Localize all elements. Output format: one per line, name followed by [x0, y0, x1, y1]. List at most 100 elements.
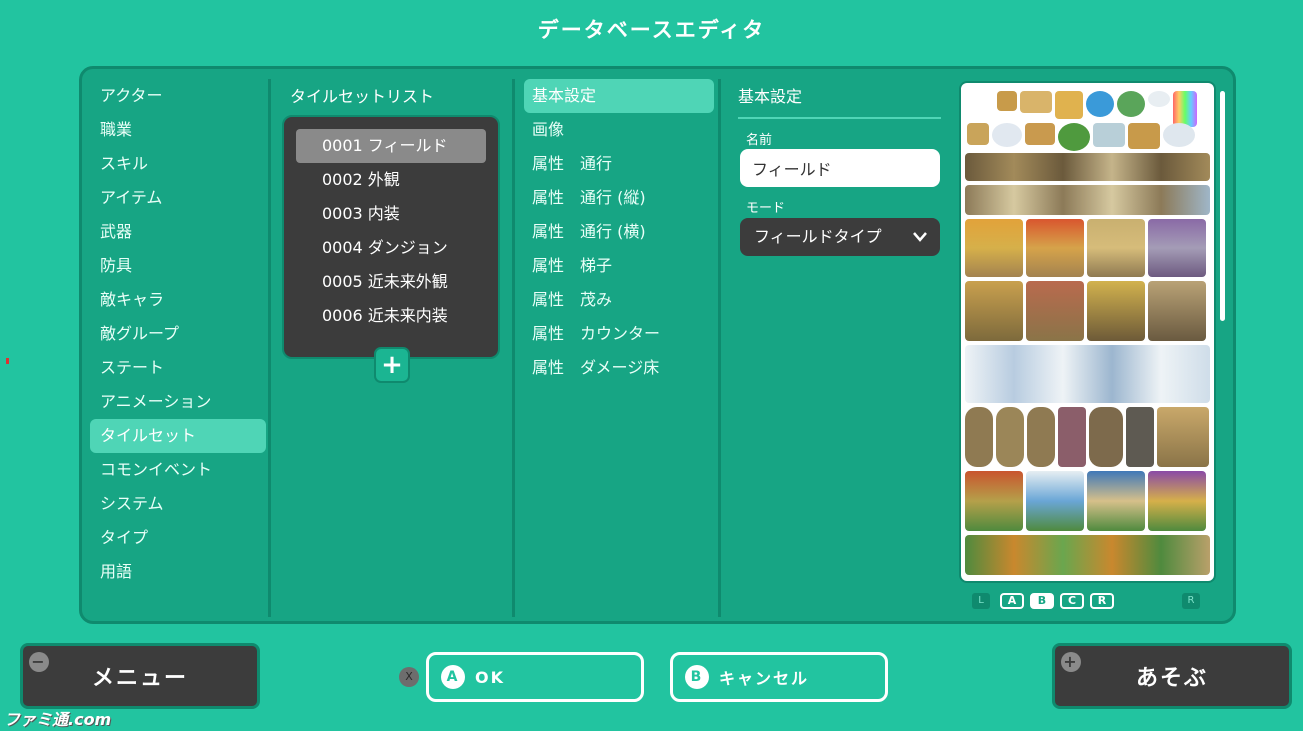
preview-scrollbar[interactable]	[1220, 91, 1225, 321]
database-editor-panel: アクター 職業 スキル アイテム 武器 防具 敵キャラ 敵グループ ステート ア…	[79, 66, 1236, 624]
tile	[965, 153, 1210, 181]
tile	[1157, 407, 1209, 467]
ok-button-label: OK	[475, 667, 505, 687]
tab-a[interactable]: A	[1000, 593, 1024, 609]
tile	[1027, 407, 1055, 467]
x-key-icon: X	[399, 667, 419, 687]
tile	[1026, 471, 1084, 531]
category-item-item[interactable]: アイテム	[90, 181, 266, 215]
tile-row	[965, 471, 1206, 531]
property-list: 基本設定 画像 属性 通行 属性 通行 (縦) 属性 通行 (横) 属性 梯子 …	[524, 79, 714, 385]
edge-marker	[6, 358, 9, 364]
name-label: 名前	[746, 133, 773, 148]
detail-header: 基本設定	[738, 87, 803, 106]
tile	[1020, 91, 1052, 113]
tileset-item[interactable]: 0002 外観	[296, 163, 486, 197]
property-item-image[interactable]: 画像	[524, 113, 714, 147]
category-list: アクター 職業 スキル アイテム 武器 防具 敵キャラ 敵グループ ステート ア…	[90, 79, 266, 589]
tile	[1026, 281, 1084, 341]
tile	[1086, 91, 1114, 117]
tab-r[interactable]: R	[1090, 593, 1114, 609]
tile-row	[965, 153, 1210, 181]
watermark-logo: ファミ通.com	[4, 710, 112, 729]
preview-tabs: L A B C R R	[972, 593, 1212, 613]
property-item-bush[interactable]: 属性 茂み	[524, 283, 714, 317]
tile	[997, 91, 1017, 111]
tileset-item[interactable]: 0001 フィールド	[296, 129, 486, 163]
property-item-counter[interactable]: 属性 カウンター	[524, 317, 714, 351]
name-field[interactable]	[740, 149, 940, 187]
column-divider	[718, 79, 721, 617]
tile	[965, 219, 1023, 277]
tile-row	[965, 281, 1206, 341]
tileset-preview[interactable]	[959, 81, 1216, 583]
tile	[1087, 281, 1145, 341]
tile	[1087, 471, 1145, 531]
property-item-damage-floor[interactable]: 属性 ダメージ床	[524, 351, 714, 385]
tile	[1126, 407, 1154, 467]
property-item-passage-horizontal[interactable]: 属性 通行 (横)	[524, 215, 714, 249]
cancel-button[interactable]: B キャンセル	[670, 652, 888, 702]
tile	[1128, 123, 1160, 149]
tile	[967, 123, 989, 145]
tile	[1089, 407, 1123, 467]
category-item-common-event[interactable]: コモンイベント	[90, 453, 266, 487]
column-divider	[512, 79, 515, 617]
tile	[965, 345, 1210, 403]
tileset-item[interactable]: 0006 近未来内装	[296, 299, 486, 333]
tile	[1173, 91, 1197, 127]
play-button[interactable]: + あそぶ	[1052, 643, 1292, 709]
tile	[1026, 219, 1084, 277]
mode-label: モード	[746, 201, 786, 216]
category-item-actor[interactable]: アクター	[90, 79, 266, 113]
category-item-state[interactable]: ステート	[90, 351, 266, 385]
category-item-weapon[interactable]: 武器	[90, 215, 266, 249]
tile	[1058, 407, 1086, 467]
category-item-class[interactable]: 職業	[90, 113, 266, 147]
menu-button-label: メニュー	[91, 666, 188, 691]
add-tileset-button[interactable]: +	[374, 347, 410, 383]
tile-row	[965, 185, 1210, 215]
category-item-enemy[interactable]: 敵キャラ	[90, 283, 266, 317]
tile-row	[965, 535, 1210, 575]
tileset-item[interactable]: 0004 ダンジョン	[296, 231, 486, 265]
tile	[965, 407, 993, 467]
tileset-item[interactable]: 0005 近未来外観	[296, 265, 486, 299]
play-button-label: あそぶ	[1135, 666, 1208, 691]
tile	[1058, 123, 1090, 151]
category-item-tileset[interactable]: タイルセット	[90, 419, 266, 453]
tile-row	[965, 345, 1210, 403]
mode-select-value: フィールドタイプ	[754, 227, 882, 246]
chevron-down-icon	[912, 218, 928, 270]
tile	[1148, 281, 1206, 341]
a-key-icon: A	[441, 665, 465, 689]
property-item-basic[interactable]: 基本設定	[524, 79, 714, 113]
tab-b[interactable]: B	[1030, 593, 1054, 609]
category-item-type[interactable]: タイプ	[90, 521, 266, 555]
tile	[1117, 91, 1145, 117]
ok-button[interactable]: A OK	[426, 652, 644, 702]
mode-select[interactable]: フィールドタイプ	[740, 218, 940, 256]
divider	[738, 117, 941, 119]
minus-icon: −	[29, 652, 49, 672]
tab-c[interactable]: C	[1060, 593, 1084, 609]
category-item-animation[interactable]: アニメーション	[90, 385, 266, 419]
tile	[965, 185, 1210, 215]
category-item-armor[interactable]: 防具	[90, 249, 266, 283]
b-key-icon: B	[685, 665, 709, 689]
menu-button[interactable]: − メニュー	[20, 643, 260, 709]
tileset-item[interactable]: 0003 内装	[296, 197, 486, 231]
category-item-terms[interactable]: 用語	[90, 555, 266, 589]
l-shoulder-icon: L	[972, 593, 990, 609]
tile	[1025, 123, 1055, 145]
tile-row	[967, 123, 1195, 151]
category-item-system[interactable]: システム	[90, 487, 266, 521]
category-item-troop[interactable]: 敵グループ	[90, 317, 266, 351]
tileset-list-header: タイルセットリスト	[290, 87, 435, 106]
property-item-ladder[interactable]: 属性 梯子	[524, 249, 714, 283]
category-item-skill[interactable]: スキル	[90, 147, 266, 181]
column-divider	[268, 79, 271, 617]
property-item-passage-vertical[interactable]: 属性 通行 (縦)	[524, 181, 714, 215]
property-item-passage[interactable]: 属性 通行	[524, 147, 714, 181]
window-title: データベースエディタ	[537, 18, 766, 42]
